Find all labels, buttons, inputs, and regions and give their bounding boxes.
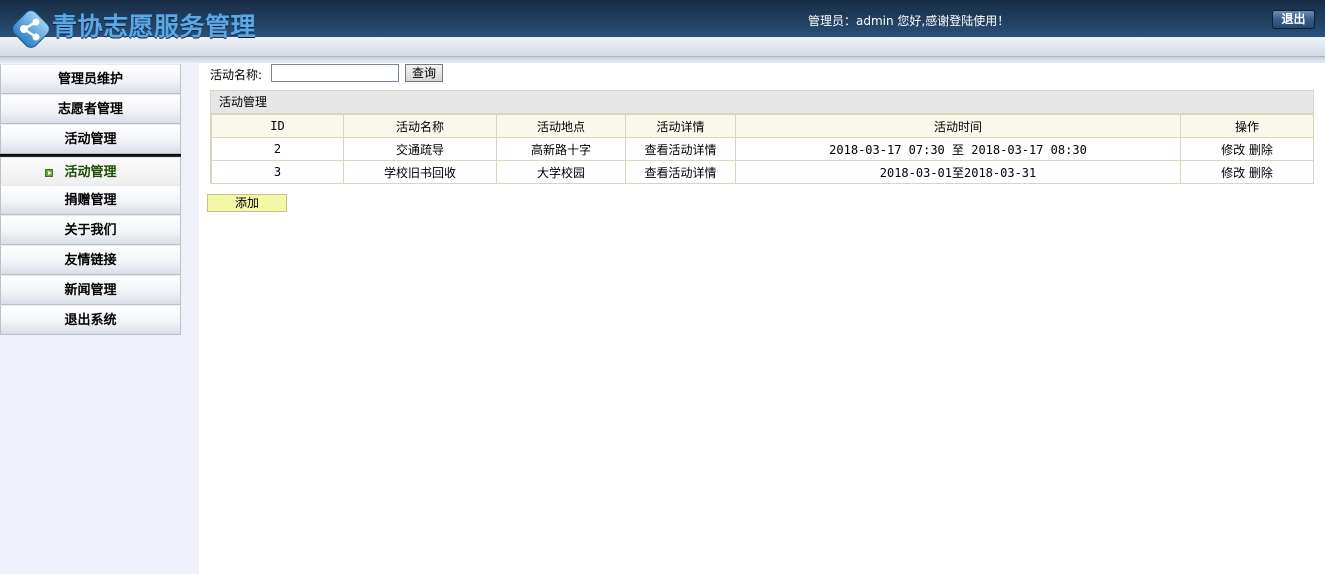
sidebar-item-admin-maintenance[interactable]: 管理员维护 <box>0 64 181 94</box>
sidebar-item-label: 新闻管理 <box>64 283 117 298</box>
sidebar-item-news-management[interactable]: 新闻管理 <box>0 275 181 305</box>
sidebar-subitem-activity-management[interactable]: 活动管理 <box>0 157 181 187</box>
search-button[interactable]: 查询 <box>405 64 443 82</box>
sidebar-item-activity-management[interactable]: 活动管理 <box>0 124 181 154</box>
cell-location: 高新路十字 <box>496 137 626 161</box>
delete-link[interactable]: 删除 <box>1249 143 1273 157</box>
cell-location: 大学校园 <box>496 160 626 184</box>
sidebar-item-label: 友情链接 <box>64 253 117 268</box>
column-header-location: 活动地点 <box>496 114 626 138</box>
sidebar-item-about-us[interactable]: 关于我们 <box>0 215 181 245</box>
cell-name: 交通疏导 <box>343 137 497 161</box>
sidebar-item-donation-management[interactable]: 捐赠管理 <box>0 185 181 215</box>
sidebar-subitem-label: 活动管理 <box>64 165 117 180</box>
app-title: 青协志愿服务管理 <box>52 12 257 41</box>
panel-title: 活动管理 <box>211 91 1313 114</box>
main-content: 活动名称: 查询 活动管理 ID 活动名称 活动地点 活动详情 活动时间 操作 … <box>199 63 1325 574</box>
sidebar-item-volunteer-management[interactable]: 志愿者管理 <box>0 94 181 124</box>
sidebar-item-label: 捐赠管理 <box>64 193 117 208</box>
sidebar-item-exit-system[interactable]: 退出系统 <box>0 305 181 335</box>
cell-actions: 修改 删除 <box>1180 137 1314 161</box>
cell-id: 3 <box>211 160 344 184</box>
logout-button[interactable]: 退出 <box>1272 10 1315 29</box>
sidebar-item-label: 退出系统 <box>64 313 117 328</box>
activity-name-search-input[interactable] <box>271 64 399 82</box>
cell-time: 2018-03-01至2018-03-31 <box>735 160 1181 184</box>
arrow-right-icon <box>45 169 53 177</box>
table-row: 2 交通疏导 高新路十字 查看活动详情 2018-03-17 07:30 至 2… <box>211 137 1314 161</box>
edit-link[interactable]: 修改 <box>1221 143 1245 157</box>
search-label: 活动名称: <box>210 68 263 82</box>
cell-id: 2 <box>211 137 344 161</box>
add-activity-button[interactable]: 添加 <box>207 194 287 212</box>
app-header: 青协志愿服务管理 管理员：admin 您好,感谢登陆使用！ 退出 <box>0 0 1325 63</box>
cell-name: 学校旧书回收 <box>343 160 497 184</box>
activity-table: ID 活动名称 活动地点 活动详情 活动时间 操作 2 交通疏导 高新路十字 查… <box>211 114 1314 184</box>
table-row: 3 学校旧书回收 大学校园 查看活动详情 2018-03-01至2018-03-… <box>211 160 1314 184</box>
column-header-id: ID <box>211 114 344 138</box>
welcome-message: 管理员：admin 您好,感谢登陆使用！ <box>808 14 1010 28</box>
cell-time: 2018-03-17 07:30 至 2018-03-17 08:30 <box>735 137 1181 161</box>
sidebar-item-label: 关于我们 <box>64 223 117 238</box>
activity-panel: 活动管理 ID 活动名称 活动地点 活动详情 活动时间 操作 2 交通疏导 高新… <box>210 90 1314 184</box>
view-detail-link[interactable]: 查看活动详情 <box>625 160 736 184</box>
cell-actions: 修改 删除 <box>1180 160 1314 184</box>
table-header-row: ID 活动名称 活动地点 活动详情 活动时间 操作 <box>211 114 1314 138</box>
sidebar-item-label: 管理员维护 <box>57 72 123 87</box>
edit-link[interactable]: 修改 <box>1221 166 1245 180</box>
share-nodes-icon <box>12 10 50 48</box>
sidebar-item-label: 志愿者管理 <box>57 102 123 117</box>
column-header-time: 活动时间 <box>735 114 1181 138</box>
view-detail-link[interactable]: 查看活动详情 <box>625 137 736 161</box>
column-header-actions: 操作 <box>1180 114 1314 138</box>
column-header-name: 活动名称 <box>343 114 497 138</box>
delete-link[interactable]: 删除 <box>1249 166 1273 180</box>
sidebar: 管理员维护 志愿者管理 活动管理 活动管理 捐赠管理 关于我们 友情链接 新闻管… <box>0 63 199 574</box>
sidebar-item-friend-links[interactable]: 友情链接 <box>0 245 181 275</box>
column-header-detail: 活动详情 <box>625 114 736 138</box>
sidebar-item-label: 活动管理 <box>64 132 117 147</box>
